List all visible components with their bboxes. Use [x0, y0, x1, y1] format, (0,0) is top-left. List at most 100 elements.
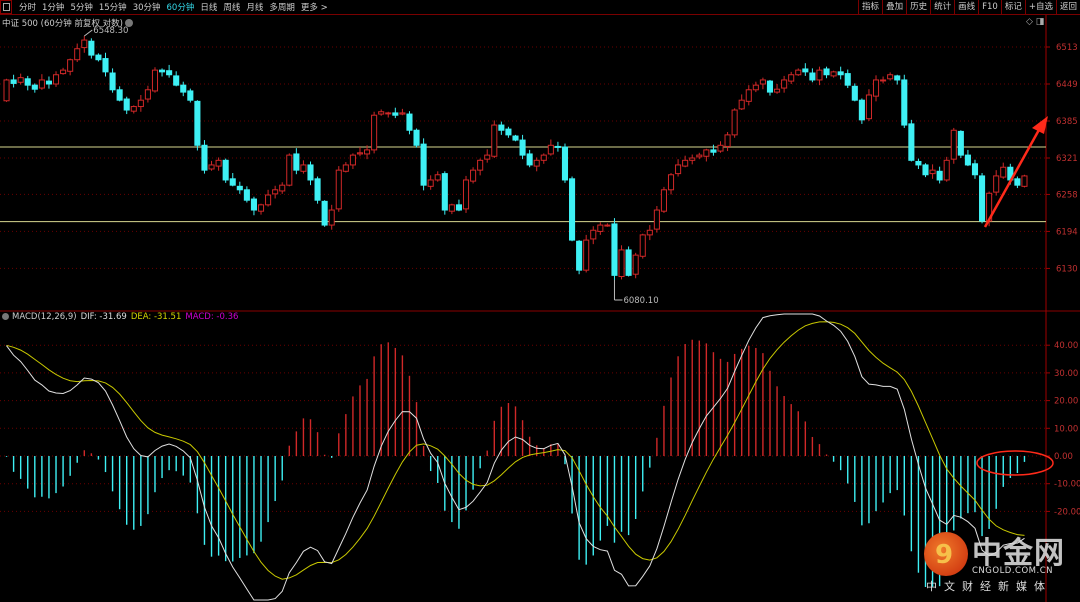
candle-body	[540, 154, 547, 161]
candle-body	[314, 178, 321, 201]
candle-body	[45, 80, 52, 85]
price-tick-label: 6258	[1056, 190, 1078, 200]
candle	[434, 171, 441, 182]
candle-body	[420, 143, 427, 186]
candle-body	[392, 112, 399, 116]
candle-body	[682, 159, 689, 167]
candle-body	[894, 75, 901, 81]
candle	[272, 185, 279, 199]
candle-body	[371, 114, 378, 151]
candle	[632, 252, 639, 279]
candle	[477, 158, 484, 176]
candle	[60, 67, 67, 75]
candle	[201, 140, 208, 174]
candle-body	[10, 79, 17, 84]
candle-body	[427, 179, 434, 187]
candle-body	[936, 170, 943, 181]
macd-tick-label: 40.00	[1054, 341, 1078, 351]
candle-body	[434, 174, 441, 181]
candle-body	[201, 144, 208, 171]
candle-body	[378, 111, 385, 115]
candle-body	[993, 175, 1000, 193]
candle	[703, 148, 710, 162]
candle-body	[95, 54, 102, 61]
candle-body	[703, 149, 710, 157]
candle-body	[462, 179, 470, 210]
candle-body	[484, 154, 491, 160]
candle	[413, 128, 420, 148]
candle	[102, 52, 109, 77]
candle-body	[109, 72, 116, 91]
candle	[689, 154, 696, 165]
candle-body	[88, 40, 95, 56]
candle-body	[406, 113, 413, 131]
price-tick-label: 6194	[1056, 227, 1078, 237]
candle	[1014, 176, 1021, 189]
candle	[625, 246, 632, 277]
price-tick-label: 6130	[1056, 264, 1078, 274]
candle	[774, 84, 781, 94]
low-price-label: 6080.10	[623, 296, 658, 306]
candle-body	[625, 249, 632, 276]
candle-body	[865, 94, 872, 120]
candle-body	[272, 189, 279, 195]
candle	[894, 74, 901, 85]
candle	[427, 175, 434, 190]
candle	[17, 73, 24, 85]
candle-body	[173, 75, 180, 86]
candle	[993, 170, 1000, 196]
candle	[215, 157, 222, 171]
macd-tick-label: 10.00	[1054, 424, 1078, 434]
candle-body	[448, 204, 455, 212]
candle-body	[583, 239, 590, 271]
candle	[88, 38, 95, 59]
candle-body	[321, 200, 328, 226]
candle-body	[788, 74, 795, 82]
price-tick-label: 6513	[1056, 43, 1078, 53]
stock-chart[interactable]: 6513 6449 6385 6321 6258 6194 6130 40.00 30.00 20…	[0, 0, 1080, 602]
candle-body	[901, 79, 908, 126]
candle-body	[102, 58, 109, 73]
candle	[781, 75, 788, 93]
candle-body	[576, 240, 583, 271]
candle-body	[667, 174, 675, 191]
candle-body	[887, 74, 894, 80]
candle-body	[399, 112, 406, 115]
watermark-slogan: 中文财经新媒体	[926, 580, 1052, 593]
candle-body	[618, 249, 625, 278]
candle	[766, 79, 774, 96]
candle	[979, 173, 986, 224]
candle-body	[1014, 178, 1021, 186]
candle	[314, 176, 321, 204]
candle-body	[307, 164, 314, 181]
candle-body	[116, 89, 123, 101]
candle-body	[342, 164, 349, 172]
candle	[208, 160, 215, 171]
candle	[901, 74, 908, 128]
candle-body	[547, 144, 554, 155]
candle	[809, 68, 816, 83]
candle-body	[653, 209, 660, 230]
candle-body	[590, 229, 597, 240]
candle-body	[738, 99, 745, 110]
candle	[851, 83, 858, 102]
watermark-url: CNGOLD.COM.CN	[972, 566, 1054, 576]
candle-body	[67, 59, 74, 72]
candle	[123, 96, 130, 115]
candle	[611, 218, 618, 280]
candle-body	[385, 112, 392, 115]
candle	[505, 126, 512, 138]
candle	[159, 68, 166, 77]
candle	[872, 75, 880, 102]
candle-body	[279, 184, 286, 192]
candle	[95, 53, 102, 62]
candle	[887, 72, 894, 81]
macd-tick-label: 30.00	[1054, 369, 1078, 379]
candle	[915, 158, 922, 169]
candle	[660, 186, 667, 213]
candle-body	[477, 159, 484, 171]
candle	[498, 121, 505, 135]
candle	[491, 120, 498, 158]
candle-body	[957, 130, 964, 156]
candle-body	[752, 84, 759, 91]
